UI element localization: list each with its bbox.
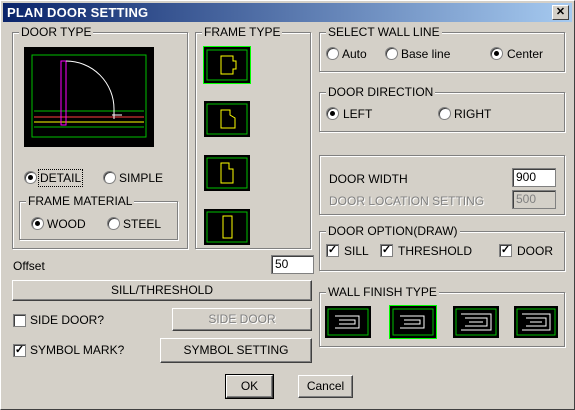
door-option-legend: DOOR OPTION(DRAW) [326, 224, 460, 238]
door-type-simple-radio[interactable] [103, 171, 116, 184]
frame-type-2-button[interactable] [204, 101, 250, 137]
door-location-input[interactable]: 500 [512, 190, 556, 209]
door-width-input[interactable]: 900 [512, 168, 556, 187]
cancel-button[interactable]: Cancel [298, 375, 353, 398]
frame-type-1-button[interactable] [203, 46, 251, 84]
wall-finish-3-button[interactable] [453, 306, 499, 338]
frame-material-wood-radio[interactable] [31, 217, 44, 230]
wall-finish-2-button[interactable] [389, 305, 437, 339]
wall-line-center-label[interactable]: Center [507, 47, 543, 61]
side-door-checkbox[interactable] [13, 314, 26, 327]
door-direction-right-radio[interactable] [438, 107, 451, 120]
door-direction-left-label[interactable]: LEFT [343, 107, 372, 121]
wall-finish-1-button[interactable] [325, 306, 371, 338]
door-type-detail-label[interactable]: DETAIL [37, 169, 84, 187]
door-width-label: DOOR WIDTH [329, 172, 408, 186]
dialog-window: PLAN DOOR SETTING ✕ DOOR TYPE DETAIL SIM… [0, 0, 575, 410]
wall-finish-2-icon [392, 308, 434, 336]
wall-line-auto-label[interactable]: Auto [342, 47, 367, 61]
frame-material-legend: FRAME MATERIAL [26, 194, 135, 208]
frame-material-steel-label[interactable]: STEEL [123, 217, 161, 231]
frame-material-steel-radio[interactable] [107, 217, 120, 230]
frame-type-3-button[interactable] [204, 155, 250, 191]
wall-line-baseline-label[interactable]: Base line [401, 47, 450, 61]
frame-type-4-icon [206, 211, 248, 243]
wall-line-baseline-radio[interactable] [385, 47, 398, 60]
frame-type-legend: FRAME TYPE [202, 25, 283, 39]
wall-finish-1-icon [327, 308, 369, 336]
door-type-legend: DOOR TYPE [19, 25, 94, 39]
ok-button[interactable]: OK [225, 374, 274, 399]
door-direction-right-label[interactable]: RIGHT [454, 107, 491, 121]
door-direction-left-radio[interactable] [326, 107, 339, 120]
frame-type-4-button[interactable] [204, 209, 250, 245]
door-detail-preview [24, 47, 154, 147]
frame-material-wood-label[interactable]: WOOD [47, 217, 86, 231]
door-location-label: DOOR LOCATION SETTING [329, 194, 485, 208]
option-door-label[interactable]: DOOR [517, 244, 553, 258]
offset-label: Offset [13, 259, 45, 273]
side-door-label[interactable]: SIDE DOOR? [30, 313, 104, 327]
frame-type-2-icon [206, 103, 248, 135]
option-sill-label[interactable]: SILL [344, 244, 369, 258]
option-threshold-label[interactable]: THRESHOLD [398, 244, 472, 258]
wall-line-auto-radio[interactable] [326, 47, 339, 60]
door-type-simple-label[interactable]: SIMPLE [119, 171, 163, 185]
frame-type-3-icon [206, 157, 248, 189]
side-door-button[interactable]: SIDE DOOR [172, 308, 312, 331]
symbol-setting-button[interactable]: SYMBOL SETTING [160, 338, 312, 363]
title-bar[interactable]: PLAN DOOR SETTING ✕ [3, 3, 572, 22]
option-threshold-checkbox[interactable]: ✓ [380, 244, 393, 257]
wall-finish-type-legend: WALL FINISH TYPE [326, 285, 439, 299]
symbol-mark-label[interactable]: SYMBOL MARK? [30, 343, 124, 357]
option-door-checkbox[interactable]: ✓ [499, 244, 512, 257]
select-wall-line-legend: SELECT WALL LINE [326, 25, 442, 39]
option-sill-checkbox[interactable]: ✓ [326, 244, 339, 257]
offset-input[interactable]: 50 [271, 255, 314, 274]
wall-finish-3-icon [455, 308, 497, 336]
door-type-detail-radio[interactable] [24, 171, 37, 184]
wall-finish-4-icon [516, 308, 556, 336]
sill-threshold-button[interactable]: SILL/THRESHOLD [12, 280, 312, 301]
wall-finish-4-button[interactable] [514, 306, 558, 338]
window-title: PLAN DOOR SETTING [7, 5, 149, 20]
door-direction-legend: DOOR DIRECTION [326, 85, 436, 99]
door-plan-icon [31, 54, 147, 138]
close-button[interactable]: ✕ [552, 5, 569, 20]
wall-line-center-radio[interactable] [490, 47, 503, 60]
symbol-mark-checkbox[interactable]: ✓ [13, 344, 26, 357]
frame-type-1-icon [206, 49, 248, 81]
